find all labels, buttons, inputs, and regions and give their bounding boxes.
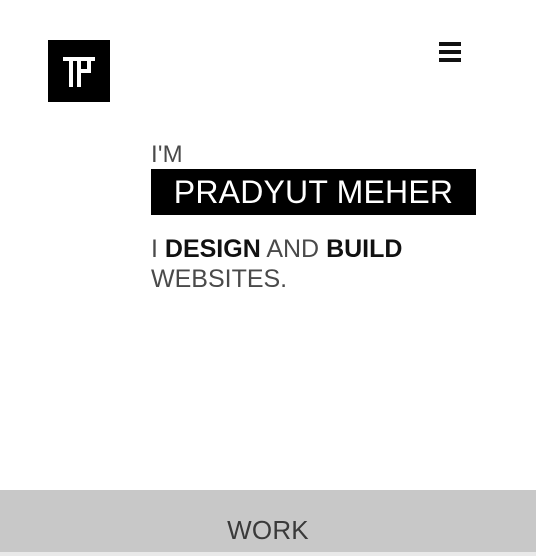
intro-prefix: I'M: [151, 141, 183, 168]
tagline-word-and: AND: [260, 235, 327, 263]
work-section-divider: [0, 552, 536, 556]
person-name: PRADYUT MEHER: [173, 174, 454, 210]
hamburger-menu-button[interactable]: [437, 40, 463, 64]
hamburger-menu-icon: [439, 42, 461, 46]
tagline-word-websites: WEBSITES.: [151, 265, 288, 293]
logo[interactable]: [48, 40, 110, 102]
hamburger-menu-icon: [439, 50, 461, 54]
work-section-title: WORK: [227, 515, 309, 545]
tagline: I DESIGN AND BUILD WEBSITES.: [151, 234, 471, 294]
tagline-word-build: BUILD: [326, 235, 403, 263]
work-section[interactable]: WORK: [0, 490, 536, 556]
hamburger-menu-icon: [439, 58, 461, 62]
tagline-word-i: I: [151, 235, 165, 263]
name-banner: PRADYUT MEHER: [151, 169, 476, 215]
tagline-word-design: DESIGN: [164, 235, 261, 263]
tp-monogram-logo: [63, 57, 95, 87]
